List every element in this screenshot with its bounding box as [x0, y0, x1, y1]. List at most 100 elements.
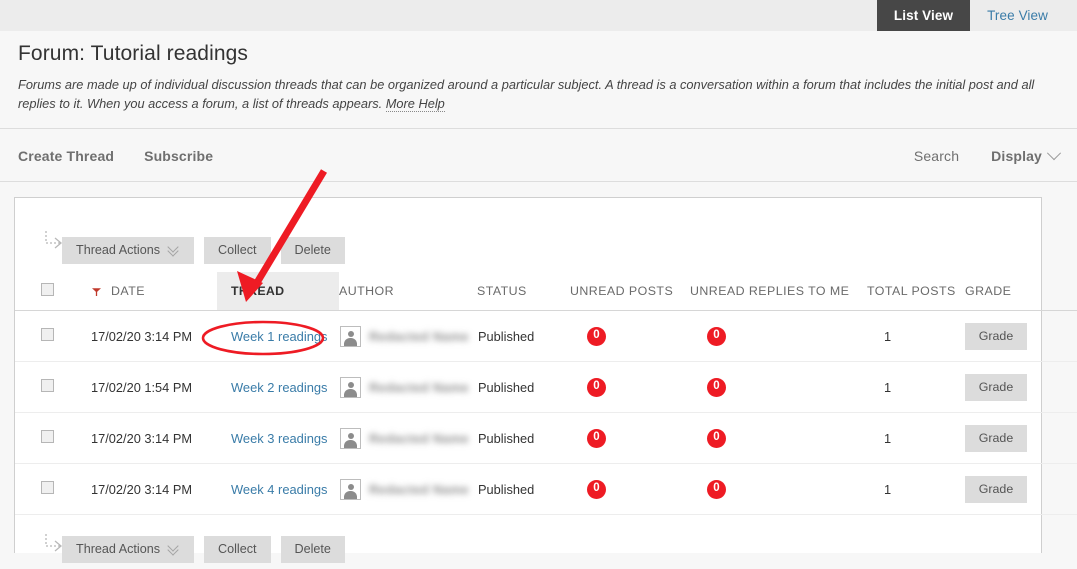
grade-button[interactable]: Grade	[965, 424, 1027, 452]
header-thread[interactable]: THREAD	[217, 272, 339, 311]
header-date-label: DATE	[111, 284, 145, 298]
unread-replies-badge: 0	[707, 326, 726, 346]
row-unread-replies-cell: 0	[675, 463, 853, 515]
row-date: 17/02/20 3:14 PM	[79, 412, 217, 464]
row-unread-posts-cell: 0	[555, 310, 675, 362]
row-unread-replies-cell: 0	[675, 412, 853, 464]
delete-button-top[interactable]: Delete	[280, 236, 345, 264]
collect-button-bottom[interactable]: Collect	[204, 535, 271, 563]
row-checkbox[interactable]	[41, 328, 54, 341]
row-total-posts: 1	[853, 361, 965, 413]
threads-panel: Thread Actions Collect Delete DATE THREA…	[14, 197, 1077, 563]
tab-tree-view[interactable]: Tree View	[970, 0, 1065, 31]
header-grade[interactable]: GRADE	[965, 272, 1077, 311]
unread-replies-badge: 0	[707, 428, 726, 448]
row-grade-cell: Grade	[965, 310, 1077, 362]
more-help-link[interactable]: More Help	[385, 96, 445, 112]
row-total-posts: 1	[853, 463, 965, 515]
header-grade-label: GRADE	[965, 284, 1012, 298]
thread-actions-label-top: Thread Actions	[76, 243, 161, 257]
action-bar-right: Search Display	[914, 129, 1062, 182]
row-select-cell	[15, 310, 79, 362]
tab-tree-view-label: Tree View	[987, 8, 1048, 23]
avatar	[340, 325, 361, 347]
grade-button[interactable]: Grade	[965, 322, 1027, 350]
delete-label-top: Delete	[294, 243, 331, 257]
page-header: Forum: Tutorial readings Forums are made…	[0, 31, 1077, 128]
thread-actions-button-top[interactable]: Thread Actions	[62, 236, 195, 264]
author-name: Redacted Name	[369, 430, 469, 446]
table-header-row: DATE THREAD AUTHOR STATUS UNREAD POSTS U…	[15, 272, 1077, 311]
display-menu-label: Display	[991, 147, 1042, 164]
delete-button-bottom[interactable]: Delete	[280, 535, 345, 563]
table-row: 17/02/20 3:14 PM Week 1 readings Redacte…	[15, 310, 1077, 362]
author-name: Redacted Name	[369, 328, 469, 344]
header-status-label: STATUS	[477, 284, 527, 298]
row-grade-cell: Grade	[965, 463, 1077, 515]
row-total-posts: 1	[853, 310, 965, 362]
header-total-posts[interactable]: TOTAL POSTS	[853, 272, 965, 311]
create-thread-button[interactable]: Create Thread	[18, 148, 114, 164]
row-thread-cell: Week 2 readings	[217, 361, 339, 413]
thread-link[interactable]: Week 4 readings	[231, 482, 328, 497]
page-description-text: Forums are made up of individual discuss…	[18, 77, 1035, 111]
row-grade-cell: Grade	[965, 412, 1077, 464]
threads-table-head: DATE THREAD AUTHOR STATUS UNREAD POSTS U…	[15, 272, 1077, 311]
action-bar: Create Thread Subscribe Search Display	[0, 128, 1077, 182]
header-date[interactable]: DATE	[79, 272, 217, 311]
unread-posts-badge: 0	[587, 377, 606, 397]
row-checkbox[interactable]	[41, 430, 54, 443]
header-thread-label: THREAD	[231, 284, 285, 298]
header-unread-replies-label: UNREAD REPLIES TO ME	[690, 284, 850, 298]
row-status: Published	[477, 412, 555, 464]
collect-label-bottom: Collect	[218, 542, 257, 556]
row-author-cell: Redacted Name	[339, 361, 477, 413]
grade-button[interactable]: Grade	[965, 373, 1027, 401]
threads-table-body: 17/02/20 3:14 PM Week 1 readings Redacte…	[15, 310, 1077, 515]
row-checkbox[interactable]	[41, 379, 54, 392]
row-date: 17/02/20 3:14 PM	[79, 310, 217, 362]
thread-link[interactable]: Week 3 readings	[231, 431, 328, 446]
row-unread-replies-cell: 0	[675, 310, 853, 362]
chevron-down-icon	[1046, 145, 1062, 160]
row-select-cell	[15, 412, 79, 464]
row-total-posts: 1	[853, 412, 965, 464]
avatar	[340, 427, 361, 449]
header-select-all	[15, 272, 79, 311]
collect-button-top[interactable]: Collect	[204, 236, 271, 264]
row-thread-cell: Week 1 readings	[217, 310, 339, 362]
row-author-cell: Redacted Name	[339, 463, 477, 515]
thread-actions-label-bottom: Thread Actions	[76, 542, 161, 556]
header-author-label: AUTHOR	[339, 284, 395, 298]
grade-button[interactable]: Grade	[965, 475, 1027, 503]
header-author[interactable]: AUTHOR	[339, 272, 477, 311]
header-unread-posts[interactable]: UNREAD POSTS	[555, 272, 675, 311]
header-status[interactable]: STATUS	[477, 272, 555, 311]
display-menu-button[interactable]: Display	[991, 145, 1062, 164]
header-unread-posts-label: UNREAD POSTS	[570, 284, 674, 298]
sort-descending-icon	[92, 287, 101, 296]
delete-label-bottom: Delete	[294, 542, 331, 556]
page-description: Forums are made up of individual discuss…	[18, 75, 1059, 113]
row-checkbox[interactable]	[41, 481, 54, 494]
thread-link[interactable]: Week 2 readings	[231, 380, 328, 395]
row-status: Published	[477, 463, 555, 515]
table-row: 17/02/20 3:14 PM Week 4 readings Redacte…	[15, 463, 1077, 515]
threads-table: DATE THREAD AUTHOR STATUS UNREAD POSTS U…	[15, 272, 1077, 515]
row-date: 17/02/20 3:14 PM	[79, 463, 217, 515]
row-author-cell: Redacted Name	[339, 412, 477, 464]
table-row: 17/02/20 1:54 PM Week 2 readings Redacte…	[15, 361, 1077, 413]
table-row: 17/02/20 3:14 PM Week 3 readings Redacte…	[15, 412, 1077, 464]
tab-list-view[interactable]: List View	[876, 0, 971, 37]
thread-actions-button-bottom[interactable]: Thread Actions	[62, 535, 195, 563]
select-all-checkbox[interactable]	[41, 283, 54, 296]
avatar	[340, 478, 361, 500]
row-author-cell: Redacted Name	[339, 310, 477, 362]
search-button[interactable]: Search	[914, 148, 959, 164]
subscribe-button[interactable]: Subscribe	[144, 148, 213, 164]
avatar	[340, 376, 361, 398]
row-unread-posts-cell: 0	[555, 412, 675, 464]
top-view-bar: List View Tree View	[0, 0, 1077, 37]
thread-link[interactable]: Week 1 readings	[231, 329, 328, 344]
header-unread-replies[interactable]: UNREAD REPLIES TO ME	[675, 272, 853, 311]
